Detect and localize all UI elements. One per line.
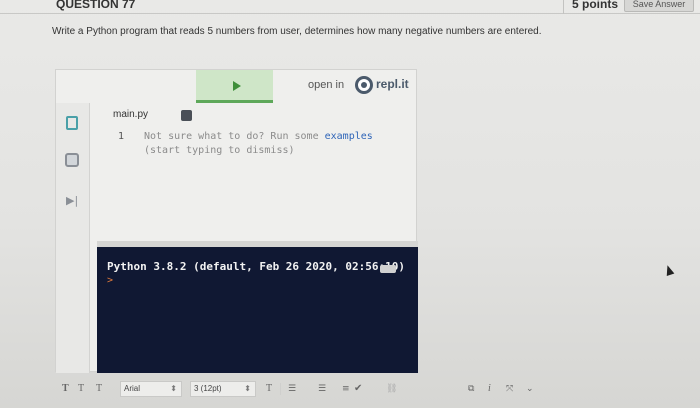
replit-logo-icon[interactable] — [355, 76, 373, 94]
toolbar-divider — [280, 383, 281, 395]
run-icon — [233, 81, 241, 91]
bullet-list-icon[interactable]: ☰ — [288, 381, 296, 397]
console-prompt: > — [107, 275, 114, 286]
save-answer-button[interactable]: Save Answer — [624, 0, 694, 12]
run-button[interactable] — [196, 70, 273, 103]
line-number: 1 — [118, 131, 125, 142]
fullscreen-icon[interactable]: ⤧ — [506, 381, 513, 397]
file-tab[interactable]: main.py — [113, 109, 148, 120]
italic-button[interactable]: T — [78, 381, 84, 397]
preview-icon[interactable]: ⧉ — [468, 381, 474, 397]
underline-button[interactable]: T — [96, 381, 102, 397]
clear-console-button[interactable] — [380, 265, 396, 273]
rich-text-toolbar: T T T Arial ⬍ 3 (12pt) ⬍ T ☰ ☰ ≡ ✔ ⛓ ⧉ i… — [62, 381, 544, 397]
examples-link[interactable]: examples — [325, 131, 373, 142]
outline-icon[interactable]: ≡ — [342, 381, 350, 397]
link-icon[interactable]: ⛓ — [386, 381, 397, 397]
page: QUESTION 77 5 points Save Answer Write a… — [0, 0, 700, 408]
chevron-double-down-icon[interactable]: ⌄ — [526, 381, 534, 397]
info-icon[interactable]: i — [488, 381, 491, 397]
chevron-down-icon: ⬍ — [170, 384, 177, 393]
numbered-list-icon[interactable]: ☰ — [318, 381, 326, 397]
question-points: 5 points — [572, 0, 619, 11]
repl-embed: open in repl.it ▶| main.py 1 Not sure wh… — [55, 69, 418, 373]
mouse-cursor-icon — [663, 264, 675, 276]
text-format-button[interactable]: T — [266, 381, 272, 397]
python-banner: Python 3.8.2 (default, Feb 26 2020, 02:5… — [107, 260, 406, 273]
hint-prefix: Not sure what to do? Run some — [144, 131, 325, 142]
header-divider — [563, 0, 564, 14]
question-prompt: Write a Python program that reads 5 numb… — [52, 26, 542, 37]
editor-hint: Not sure what to do? Run some examples (… — [144, 130, 414, 158]
package-icon[interactable] — [65, 153, 79, 167]
font-size-value: 3 (12pt) — [194, 384, 222, 393]
question-header: QUESTION 77 5 points Save Answer — [0, 0, 700, 14]
debugger-icon[interactable]: ▶| — [66, 194, 78, 207]
chevron-down-icon: ⬍ — [244, 384, 251, 393]
font-family-value: Arial — [124, 384, 141, 393]
font-size-select[interactable]: 3 (12pt) ⬍ — [190, 381, 256, 397]
console-output[interactable]: Python 3.8.2 (default, Feb 26 2020, 02:5… — [97, 241, 418, 373]
replit-brand[interactable]: repl.it — [376, 77, 409, 91]
file-menu-icon[interactable] — [181, 110, 192, 121]
hint-suffix: (start typing to dismiss) — [144, 145, 295, 156]
font-family-select[interactable]: Arial ⬍ — [120, 381, 182, 397]
bold-button[interactable]: T — [62, 381, 69, 397]
spellcheck-icon[interactable]: ✔ — [354, 381, 362, 397]
embed-header: open in repl.it — [56, 70, 418, 103]
code-editor[interactable]: 1 Not sure what to do? Run some examples… — [106, 126, 418, 246]
open-in-link[interactable]: open in — [308, 79, 344, 91]
repl-sidebar: ▶| — [56, 103, 90, 373]
question-title: QUESTION 77 — [56, 0, 136, 11]
file-icon[interactable] — [66, 116, 78, 130]
